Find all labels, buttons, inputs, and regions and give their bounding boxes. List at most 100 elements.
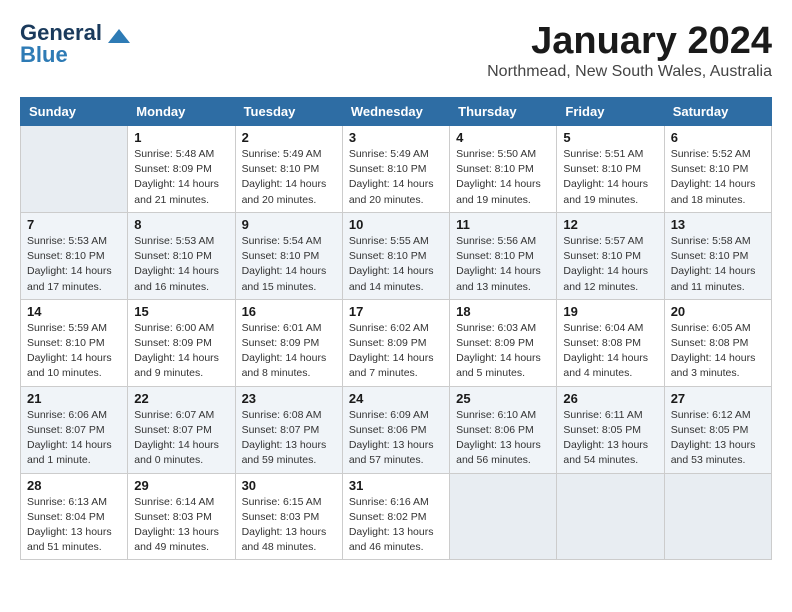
day-number: 13 xyxy=(671,217,765,232)
table-row: 29 Sunrise: 6:14 AM Sunset: 8:03 PM Dayli… xyxy=(128,473,235,560)
day-number: 29 xyxy=(134,478,228,493)
day-info: Sunrise: 6:10 AM Sunset: 8:06 PM Dayligh… xyxy=(456,408,550,469)
day-number: 11 xyxy=(456,217,550,232)
day-number: 21 xyxy=(27,391,121,406)
day-info: Sunrise: 5:51 AM Sunset: 8:10 PM Dayligh… xyxy=(563,147,657,208)
table-row: 16 Sunrise: 6:01 AM Sunset: 8:09 PM Dayli… xyxy=(235,299,342,386)
table-row xyxy=(557,473,664,560)
day-info: Sunrise: 6:09 AM Sunset: 8:06 PM Dayligh… xyxy=(349,408,443,469)
table-row: 2 Sunrise: 5:49 AM Sunset: 8:10 PM Daylig… xyxy=(235,126,342,213)
table-row: 19Sunrise: 6:04 AM Sunset: 8:08 PM Dayli… xyxy=(557,299,664,386)
day-info: Sunrise: 5:49 AM Sunset: 8:10 PM Dayligh… xyxy=(242,147,336,208)
day-info: Sunrise: 5:50 AM Sunset: 8:10 PM Dayligh… xyxy=(456,147,550,208)
day-number: 10 xyxy=(349,217,443,232)
table-row: 30 Sunrise: 6:15 AM Sunset: 8:03 PM Dayli… xyxy=(235,473,342,560)
table-row: 15 Sunrise: 6:00 AM Sunset: 8:09 PM Dayli… xyxy=(128,299,235,386)
calendar-header-row: Sunday Monday Tuesday Wednesday Thursday… xyxy=(21,98,772,126)
table-row: 3 Sunrise: 5:49 AM Sunset: 8:10 PM Daylig… xyxy=(342,126,449,213)
day-info: Sunrise: 5:52 AM Sunset: 8:10 PM Dayligh… xyxy=(671,147,765,208)
day-info: Sunrise: 5:58 AM Sunset: 8:10 PM Dayligh… xyxy=(671,234,765,295)
table-row: 10 Sunrise: 5:55 AM Sunset: 8:10 PM Dayli… xyxy=(342,212,449,299)
day-info: Sunrise: 6:03 AM Sunset: 8:09 PM Dayligh… xyxy=(456,321,550,382)
calendar-week-row: 7 Sunrise: 5:53 AM Sunset: 8:10 PM Daylig… xyxy=(21,212,772,299)
day-number: 20 xyxy=(671,304,765,319)
day-info: Sunrise: 6:16 AM Sunset: 8:02 PM Dayligh… xyxy=(349,495,443,556)
header-saturday: Saturday xyxy=(664,98,771,126)
table-row: 20Sunrise: 6:05 AM Sunset: 8:08 PM Dayli… xyxy=(664,299,771,386)
day-number: 28 xyxy=(27,478,121,493)
day-number: 9 xyxy=(242,217,336,232)
table-row: 6 Sunrise: 5:52 AM Sunset: 8:10 PM Daylig… xyxy=(664,126,771,213)
table-row: 31Sunrise: 6:16 AM Sunset: 8:02 PM Dayli… xyxy=(342,473,449,560)
day-info: Sunrise: 6:08 AM Sunset: 8:07 PM Dayligh… xyxy=(242,408,336,469)
table-row: 26Sunrise: 6:11 AM Sunset: 8:05 PM Dayli… xyxy=(557,386,664,473)
calendar-table: Sunday Monday Tuesday Wednesday Thursday… xyxy=(20,97,772,560)
day-info: Sunrise: 5:48 AM Sunset: 8:09 PM Dayligh… xyxy=(134,147,228,208)
table-row: 21 Sunrise: 6:06 AM Sunset: 8:07 PM Dayli… xyxy=(21,386,128,473)
header-monday: Monday xyxy=(128,98,235,126)
logo-icon xyxy=(108,29,130,43)
day-number: 27 xyxy=(671,391,765,406)
table-row: 24Sunrise: 6:09 AM Sunset: 8:06 PM Dayli… xyxy=(342,386,449,473)
table-row: 9 Sunrise: 5:54 AM Sunset: 8:10 PM Daylig… xyxy=(235,212,342,299)
day-number: 6 xyxy=(671,130,765,145)
day-info: Sunrise: 5:56 AM Sunset: 8:10 PM Dayligh… xyxy=(456,234,550,295)
day-number: 18 xyxy=(456,304,550,319)
header-wednesday: Wednesday xyxy=(342,98,449,126)
table-row: 8 Sunrise: 5:53 AM Sunset: 8:10 PM Daylig… xyxy=(128,212,235,299)
day-number: 2 xyxy=(242,130,336,145)
day-info: Sunrise: 6:13 AM Sunset: 8:04 PM Dayligh… xyxy=(27,495,121,556)
page-header: General Blue January 2024 Northmead, New… xyxy=(20,20,772,81)
calendar-week-row: 14Sunrise: 5:59 AM Sunset: 8:10 PM Dayli… xyxy=(21,299,772,386)
day-info: Sunrise: 6:06 AM Sunset: 8:07 PM Dayligh… xyxy=(27,408,121,469)
day-number: 3 xyxy=(349,130,443,145)
header-friday: Friday xyxy=(557,98,664,126)
table-row: 13 Sunrise: 5:58 AM Sunset: 8:10 PM Dayli… xyxy=(664,212,771,299)
day-info: Sunrise: 5:53 AM Sunset: 8:10 PM Dayligh… xyxy=(134,234,228,295)
table-row: 11 Sunrise: 5:56 AM Sunset: 8:10 PM Dayli… xyxy=(450,212,557,299)
table-row: 27 Sunrise: 6:12 AM Sunset: 8:05 PM Dayli… xyxy=(664,386,771,473)
table-row xyxy=(21,126,128,213)
day-number: 7 xyxy=(27,217,121,232)
calendar-week-row: 21 Sunrise: 6:06 AM Sunset: 8:07 PM Dayli… xyxy=(21,386,772,473)
day-number: 16 xyxy=(242,304,336,319)
day-number: 17 xyxy=(349,304,443,319)
day-number: 4 xyxy=(456,130,550,145)
logo: General Blue xyxy=(20,20,130,68)
table-row: 7Sunrise: 5:53 AM Sunset: 8:10 PM Daylig… xyxy=(21,212,128,299)
table-row: 22 Sunrise: 6:07 AM Sunset: 8:07 PM Dayli… xyxy=(128,386,235,473)
day-info: Sunrise: 6:04 AM Sunset: 8:08 PM Dayligh… xyxy=(563,321,657,382)
day-number: 14 xyxy=(27,304,121,319)
location-subtitle: Northmead, New South Wales, Australia xyxy=(487,63,772,81)
day-info: Sunrise: 5:54 AM Sunset: 8:10 PM Dayligh… xyxy=(242,234,336,295)
table-row: 1 Sunrise: 5:48 AM Sunset: 8:09 PM Daylig… xyxy=(128,126,235,213)
day-info: Sunrise: 6:11 AM Sunset: 8:05 PM Dayligh… xyxy=(563,408,657,469)
day-number: 12 xyxy=(563,217,657,232)
table-row: 4 Sunrise: 5:50 AM Sunset: 8:10 PM Daylig… xyxy=(450,126,557,213)
header-tuesday: Tuesday xyxy=(235,98,342,126)
table-row: 18 Sunrise: 6:03 AM Sunset: 8:09 PM Dayli… xyxy=(450,299,557,386)
day-info: Sunrise: 6:02 AM Sunset: 8:09 PM Dayligh… xyxy=(349,321,443,382)
day-info: Sunrise: 5:49 AM Sunset: 8:10 PM Dayligh… xyxy=(349,147,443,208)
day-info: Sunrise: 6:01 AM Sunset: 8:09 PM Dayligh… xyxy=(242,321,336,382)
day-info: Sunrise: 6:07 AM Sunset: 8:07 PM Dayligh… xyxy=(134,408,228,469)
day-number: 30 xyxy=(242,478,336,493)
day-info: Sunrise: 6:15 AM Sunset: 8:03 PM Dayligh… xyxy=(242,495,336,556)
header-sunday: Sunday xyxy=(21,98,128,126)
logo-text-general: General xyxy=(20,20,102,45)
day-number: 8 xyxy=(134,217,228,232)
day-info: Sunrise: 5:55 AM Sunset: 8:10 PM Dayligh… xyxy=(349,234,443,295)
day-number: 15 xyxy=(134,304,228,319)
day-number: 5 xyxy=(563,130,657,145)
day-number: 23 xyxy=(242,391,336,406)
day-number: 22 xyxy=(134,391,228,406)
table-row xyxy=(450,473,557,560)
table-row: 17 Sunrise: 6:02 AM Sunset: 8:09 PM Dayli… xyxy=(342,299,449,386)
day-info: Sunrise: 6:14 AM Sunset: 8:03 PM Dayligh… xyxy=(134,495,228,556)
header-thursday: Thursday xyxy=(450,98,557,126)
title-section: January 2024 Northmead, New South Wales,… xyxy=(487,20,772,81)
day-number: 25 xyxy=(456,391,550,406)
day-number: 1 xyxy=(134,130,228,145)
day-info: Sunrise: 6:00 AM Sunset: 8:09 PM Dayligh… xyxy=(134,321,228,382)
day-info: Sunrise: 6:12 AM Sunset: 8:05 PM Dayligh… xyxy=(671,408,765,469)
